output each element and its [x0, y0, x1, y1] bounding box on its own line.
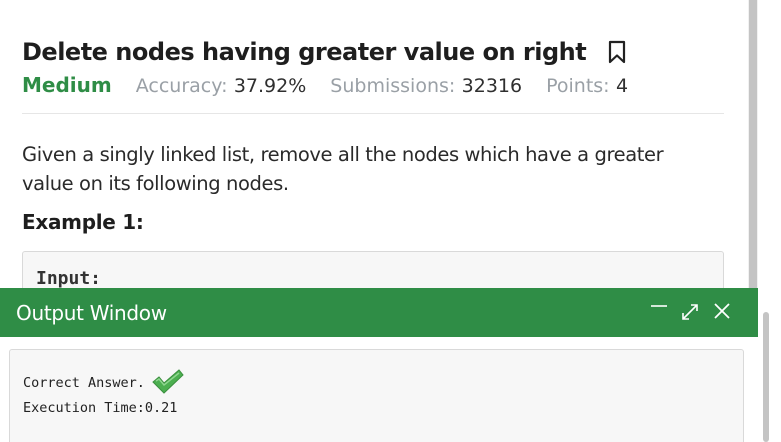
output-console: Correct Answer. Execution Time:0.21: [9, 349, 744, 442]
outer-scrollbar-thumb[interactable]: [763, 312, 769, 442]
result-line: Correct Answer.: [23, 368, 185, 396]
problem-meta: Medium Accuracy: 37.92% Submissions: 323…: [22, 73, 628, 97]
checkmark-icon: [151, 368, 185, 396]
minimize-icon[interactable]: [648, 298, 670, 324]
points-label: Points:: [546, 75, 610, 97]
execution-time: Execution Time:0.21: [23, 400, 178, 416]
accuracy-label: Accuracy:: [135, 75, 228, 97]
example-heading: Example 1:: [22, 210, 144, 234]
expand-icon[interactable]: [679, 298, 701, 324]
title-row: Delete nodes having greater value on rig…: [22, 38, 626, 66]
bookmark-icon[interactable]: [608, 40, 626, 64]
submissions-label: Submissions:: [330, 75, 456, 97]
output-header[interactable]: Output Window: [0, 288, 758, 337]
result-text: Correct Answer.: [23, 375, 145, 391]
divider: [22, 113, 724, 114]
problem-description: Given a singly linked list, remove all t…: [22, 143, 664, 195]
page: Delete nodes having greater value on rig…: [0, 0, 781, 442]
close-icon[interactable]: [711, 298, 733, 324]
problem-title: Delete nodes having greater value on rig…: [22, 38, 587, 66]
points-value: 4: [615, 75, 629, 97]
right-gutter: [758, 0, 781, 442]
accuracy-value: 37.92%: [233, 75, 307, 97]
example-input-label: Input:: [36, 268, 102, 289]
output-window: Output Window Correct Answer. Execution …: [0, 288, 758, 442]
output-window-title: Output Window: [16, 301, 167, 325]
difficulty-badge: Medium: [22, 73, 112, 97]
submissions-value: 32316: [461, 75, 523, 97]
